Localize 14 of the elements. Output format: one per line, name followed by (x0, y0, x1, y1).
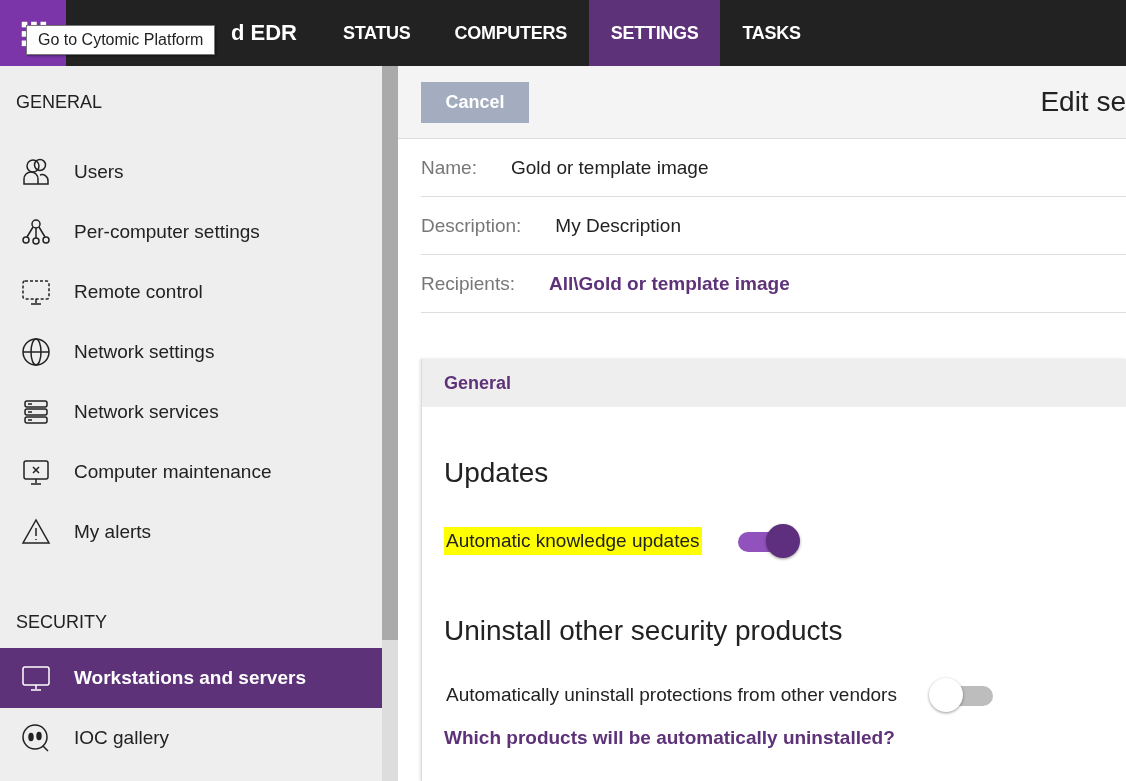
page-title: Edit se (1040, 86, 1126, 118)
field-value: My Description (555, 214, 681, 237)
field-value: Gold or template image (510, 156, 709, 179)
setting-label: Automatic knowledge updates (444, 527, 702, 555)
field-label: Description: (421, 214, 522, 237)
product-name: d EDR (231, 20, 297, 46)
section-heading: GENERAL (15, 91, 104, 114)
field-label: Name: (421, 156, 477, 179)
tooltip: Go to Cytomic Platform (26, 25, 216, 55)
setting-label: Automatically uninstall protections from other vendors (445, 683, 898, 707)
section-heading: Uninstall other security products (444, 615, 843, 647)
field-label: Recipients: (421, 272, 515, 295)
section-heading: Updates (444, 457, 549, 489)
section-heading: SECURITY (15, 611, 108, 634)
